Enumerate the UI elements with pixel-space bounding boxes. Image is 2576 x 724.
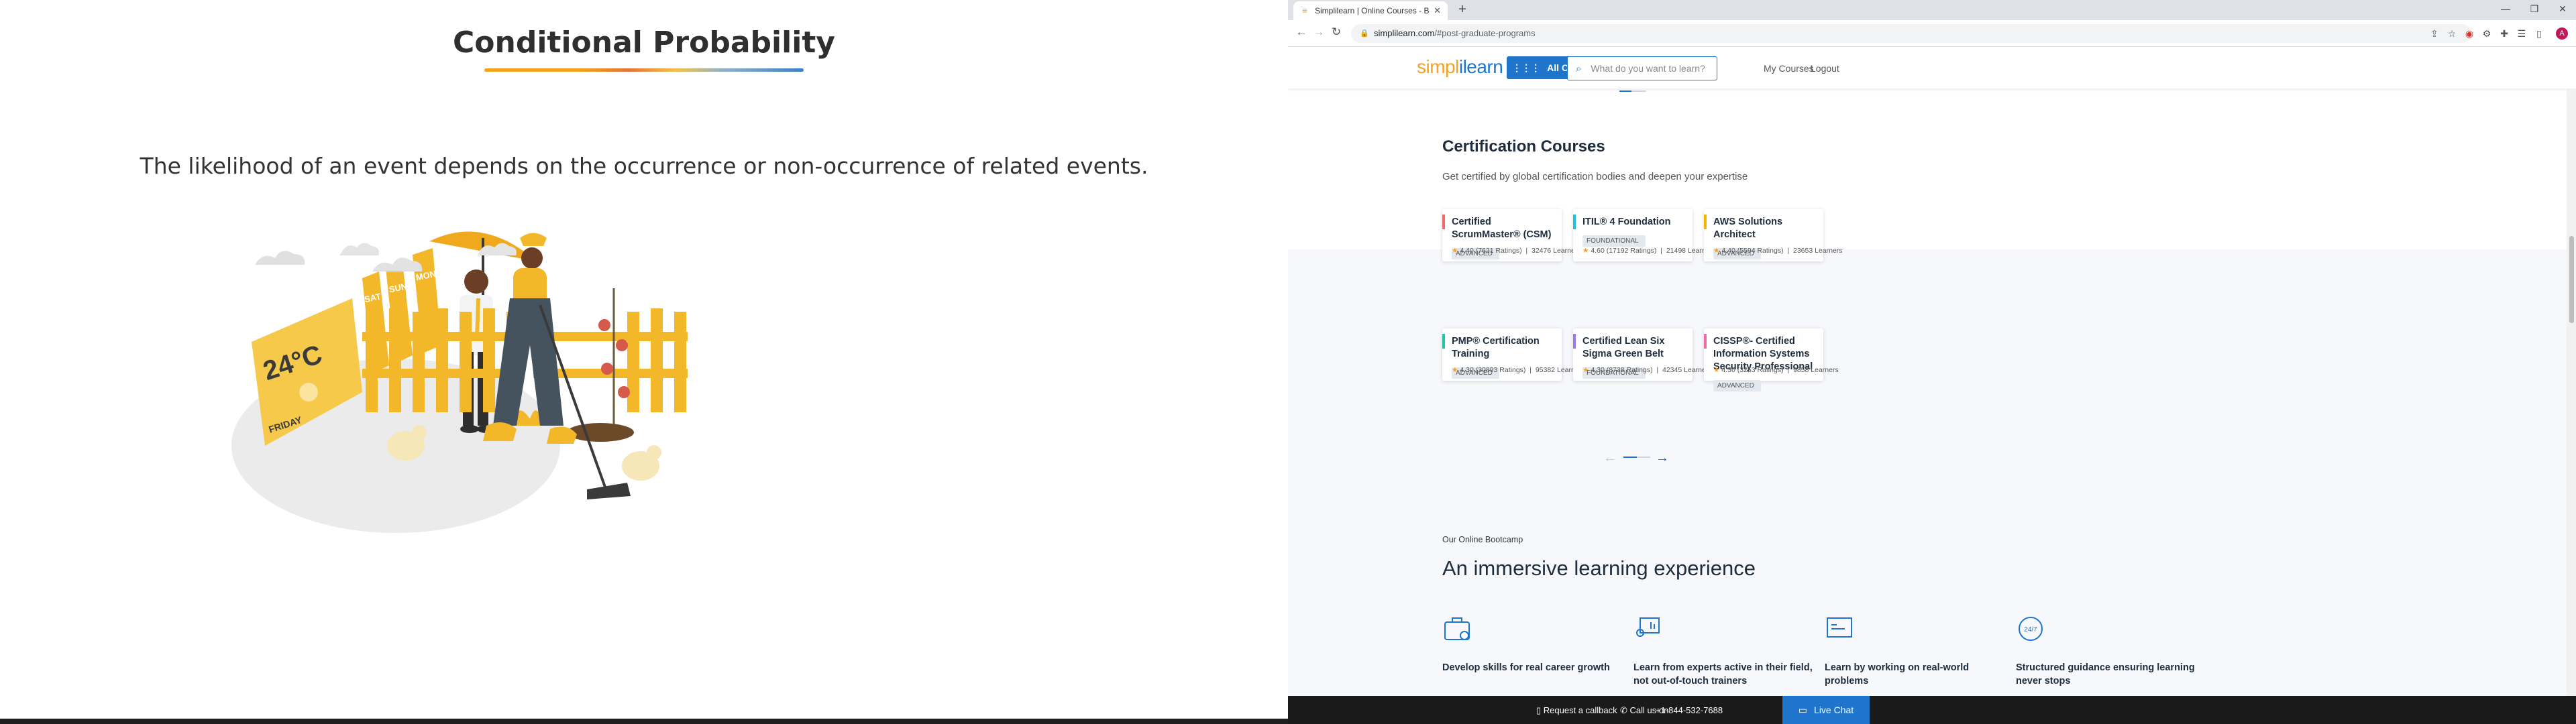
card-meta: ★ 4.30 (8738 Ratings) | 42345 Learners (1582, 366, 1712, 374)
card-meta: ★ 4.40 (5594 Ratings) | 23653 Learners (1713, 247, 1843, 255)
course-card[interactable]: ITIL® 4 Foundation FOUNDATIONAL ★ 4.60 (17… (1573, 209, 1715, 261)
course-card[interactable]: Certified ScrumMaster® (CSM) ADVANCED ★ 4.… (1442, 209, 1581, 261)
search-icon: ⌕ (1576, 62, 1582, 74)
url-host: simplilearn.com (1374, 28, 1435, 38)
simplilearn-favicon: ≡ (1302, 5, 1307, 15)
card-title: AWS Solutions Architect (1713, 217, 1783, 240)
extension-icon-2[interactable]: ⚙ (2481, 27, 2493, 40)
card-rating: 4.40 (7621 Ratings) (1460, 247, 1522, 255)
card-accent-bar (1573, 334, 1576, 349)
card-rating: 4.60 (17192 Ratings) (1591, 247, 1657, 255)
star-icon: ★ (1452, 247, 1458, 255)
restore-icon[interactable]: ❐ (2521, 3, 2548, 15)
slide-bottom-border (0, 719, 1288, 724)
card-title: Certified Lean Six Sigma Green Belt (1582, 336, 1665, 359)
extension-icon[interactable]: ◉ (2463, 27, 2475, 40)
star-icon: ★ (1582, 247, 1589, 255)
slide-title: Conditional Probability (452, 25, 835, 60)
logout-link[interactable]: Logout (1811, 63, 1839, 74)
address-bar-row: ← → ↻ 🔒 simplilearn.com/#post-graduate-p… (1288, 20, 2576, 47)
farmer-illustration (362, 233, 688, 499)
card-meta: ★ 4.30 (30893 Ratings) | 95382 Learners (1452, 366, 1585, 374)
lock-icon: 🔒 (1360, 29, 1369, 38)
card-accent-bar (1442, 215, 1445, 229)
back-icon[interactable]: ← (1293, 25, 1309, 39)
url-field[interactable]: 🔒 simplilearn.com/#post-graduate-program… (1351, 24, 2471, 43)
site-header: simplilearn ⋮⋮⋮ All Courses ⌕ What do yo… (1288, 47, 2576, 88)
card-rating: 4.30 (8738 Ratings) (1591, 366, 1653, 374)
my-courses-link[interactable]: My Courses (1764, 63, 1814, 74)
level-badge: ADVANCED (1713, 379, 1761, 391)
course-card[interactable]: PMP® Certification Training ADVANCED ★ 4.3… (1442, 328, 1585, 381)
close-tab-icon[interactable]: ✕ (1434, 5, 1441, 16)
title-underline (484, 68, 804, 72)
card-meta: ★ 4.60 (17192 Ratings) | 21498 Learners (1582, 247, 1716, 255)
card-meta: ★ 4.30 (3253 Ratings) | 9858 Learners (1713, 366, 1839, 374)
simplilearn-logo[interactable]: simplilearn (1417, 56, 1503, 78)
star-icon: ★ (1713, 366, 1720, 374)
puzzle-icon[interactable]: ✚ (2498, 27, 2510, 40)
tab-title: Simplilearn | Online Courses - Bo (1315, 6, 1430, 15)
new-tab-icon[interactable]: + (1454, 2, 1470, 17)
card-title: Certified ScrumMaster® (CSM) (1452, 217, 1552, 240)
course-card[interactable]: Certified Lean Six Sigma Green Belt FOUND… (1573, 328, 1712, 381)
course-card[interactable]: AWS Solutions Architect ADVANCED ★ 4.40 (5… (1704, 209, 1843, 261)
star-icon: ★ (1713, 247, 1720, 255)
forward-icon[interactable]: → (1311, 25, 1327, 39)
search-placeholder: What do you want to learn? (1591, 63, 1705, 74)
slide-panel: Conditional Probability The likelihood o… (0, 0, 1288, 724)
url-path: /#post-graduate-programs (1434, 28, 1536, 38)
reload-icon[interactable]: ↻ (1328, 25, 1344, 39)
course-search-input[interactable]: ⌕ What do you want to learn? (1567, 56, 1717, 80)
card-title: PMP® Certification Training (1452, 336, 1540, 359)
minimize-icon[interactable]: — (2492, 3, 2519, 14)
grid-icon: ⋮⋮⋮ (1512, 62, 1541, 73)
card-accent-bar (1704, 334, 1707, 349)
star-icon: ★ (1452, 366, 1458, 374)
close-window-icon[interactable]: ✕ (2549, 3, 2576, 15)
slide-body-text: The likelihood of an event depends on th… (140, 153, 1148, 179)
side-panel-icon[interactable]: ▯ (2533, 27, 2545, 40)
course-card[interactable]: CISSP®- Certified Information Systems Se… (1704, 328, 1839, 391)
reading-list-icon[interactable]: ☰ (2516, 27, 2528, 40)
browser-tab[interactable]: ≡ Simplilearn | Online Courses - Bo ✕ (1293, 1, 1448, 20)
bookmark-star-icon[interactable]: ☆ (2446, 27, 2458, 40)
tab-strip: ≡ Simplilearn | Online Courses - Bo ✕ + … (1288, 0, 2576, 20)
card-accent-bar (1573, 215, 1576, 229)
card-meta: ★ 4.40 (7621 Ratings) | 32476 Learners (1452, 247, 1581, 255)
star-icon: ★ (1582, 366, 1589, 374)
level-badge: FOUNDATIONAL (1582, 235, 1646, 247)
card-learners: 23653 Learners (1792, 247, 1843, 255)
card-rating: 4.30 (30893 Ratings) (1460, 366, 1526, 374)
card-accent-bar (1704, 215, 1707, 229)
card-rating: 4.40 (5594 Ratings) (1721, 247, 1784, 255)
profile-avatar[interactable]: A (2556, 27, 2568, 40)
card-rating: 4.30 (3253 Ratings) (1721, 366, 1784, 374)
previous-carousel-pager (1605, 89, 1669, 96)
card-learners: 9858 Learners (1792, 366, 1839, 374)
share-icon[interactable]: ⇪ (2428, 27, 2440, 40)
card-title: ITIL® 4 Foundation (1582, 217, 1671, 227)
card-accent-bar (1442, 334, 1445, 349)
